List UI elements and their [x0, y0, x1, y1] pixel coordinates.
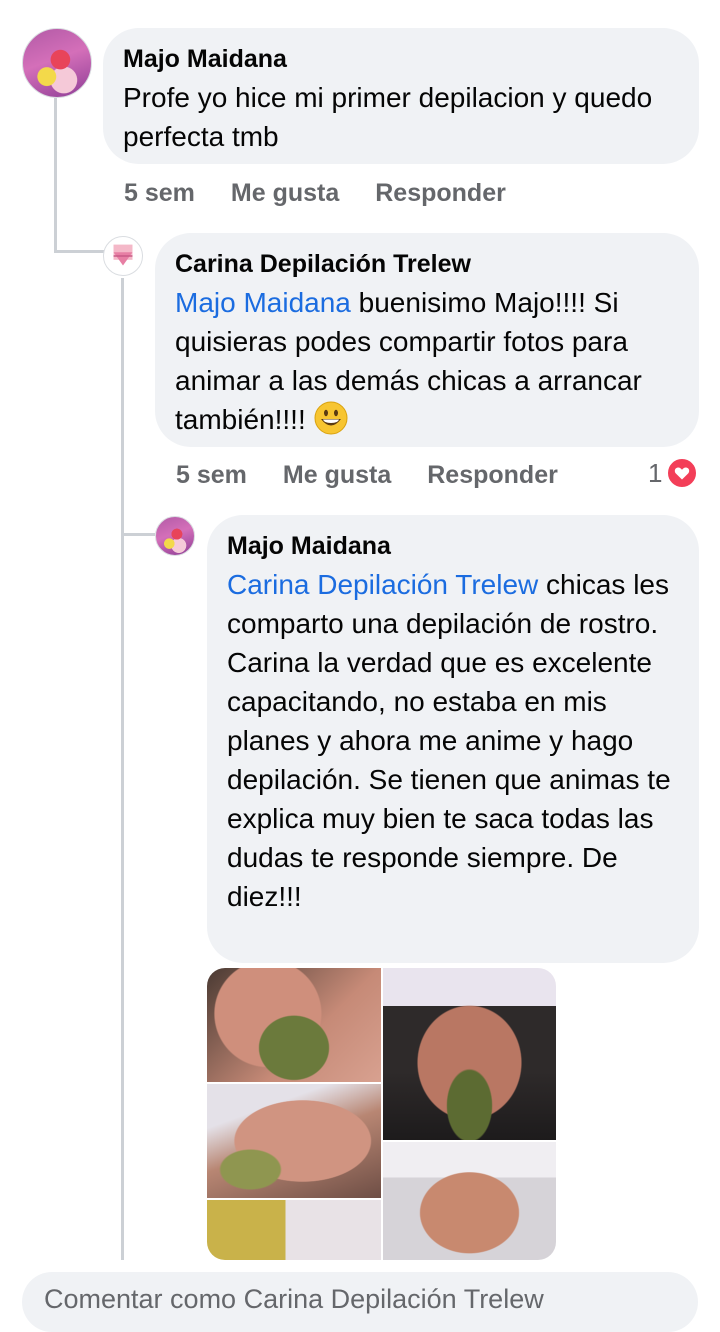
mention-link[interactable]: Majo Maidana: [175, 287, 351, 318]
comment-text: Carina Depilación Trelew chicas les comp…: [227, 565, 679, 916]
like-button[interactable]: Me gusta: [283, 461, 391, 490]
mention-link[interactable]: Carina Depilación Trelew: [227, 569, 538, 600]
thread-line: [54, 250, 104, 253]
avatar[interactable]: [103, 236, 143, 276]
reaction-summary[interactable]: 1: [648, 457, 699, 489]
reaction-count: 1: [648, 457, 663, 488]
grinning-face-emoji: [314, 401, 348, 435]
heart-icon: [666, 457, 699, 489]
comment-actions: 5 sem Me gusta Responder: [124, 179, 506, 208]
comment-actions: 5 sem Me gusta Responder: [176, 461, 558, 490]
comment-text: Profe yo hice mi primer depilacion y que…: [123, 82, 653, 152]
reply-button[interactable]: Responder: [375, 179, 506, 208]
photo[interactable]: [383, 1142, 556, 1260]
avatar[interactable]: [22, 28, 92, 98]
photo[interactable]: [207, 1200, 381, 1260]
reply-button[interactable]: Responder: [427, 461, 558, 490]
comment-bubble: Majo Maidana Carina Depilación Trelew ch…: [207, 515, 699, 963]
photo[interactable]: [207, 968, 381, 1082]
comment-time[interactable]: 5 sem: [124, 179, 195, 208]
comment-author[interactable]: Majo Maidana: [123, 42, 679, 76]
photo[interactable]: [383, 968, 556, 1140]
avatar[interactable]: [155, 516, 195, 556]
like-button[interactable]: Me gusta: [231, 179, 339, 208]
photo-collage[interactable]: [207, 968, 556, 1260]
comment-author[interactable]: Majo Maidana: [227, 529, 679, 563]
thread-line: [121, 533, 155, 536]
photo[interactable]: [207, 1084, 381, 1198]
comment-author[interactable]: Carina Depilación Trelew: [175, 247, 679, 281]
comment-body: chicas les comparto una depilación de ro…: [227, 569, 671, 912]
comment-text: Majo Maidana buenisimo Majo!!!! Si quisi…: [175, 283, 679, 439]
comment-input[interactable]: Comentar como Carina Depilación Trelew: [22, 1272, 698, 1332]
comment-bubble: Carina Depilación Trelew Majo Maidana bu…: [155, 233, 699, 447]
comment-time[interactable]: 5 sem: [176, 461, 247, 490]
thread-line: [54, 98, 57, 252]
thread-line: [121, 278, 124, 1260]
page-logo-icon: [113, 244, 133, 266]
comment-bubble: Majo Maidana Profe yo hice mi primer dep…: [103, 28, 699, 164]
